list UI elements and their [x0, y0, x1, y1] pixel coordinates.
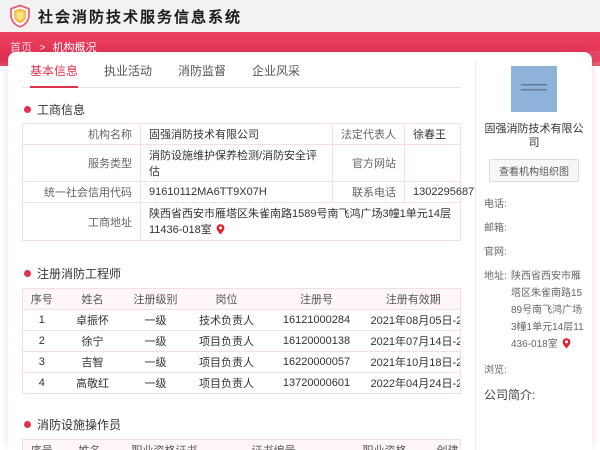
col-header: 姓名 [60, 439, 119, 450]
business-info-title: 工商信息 [37, 103, 86, 117]
service-type-value: 消防设施维护保养检测/消防安全评估 [140, 144, 333, 182]
business-info-table: 机构名称 固强消防技术有限公司 法定代表人 徐春王 服务类型 消防设施维护保养检… [22, 123, 475, 241]
col-header: 岗位 [186, 288, 267, 310]
app-header: 社会消防技术服务信息系统 [0, 0, 600, 32]
breadcrumb-separator: > [39, 42, 46, 54]
col-header: 注册有效期 [366, 288, 461, 310]
engineers-section-header: 注册消防工程师 [22, 265, 461, 282]
tab-basic-info[interactable]: 基本信息 [30, 62, 79, 88]
col-header: 创建日期 [432, 439, 461, 450]
breadcrumb-home-link[interactable]: 首页 [10, 42, 32, 54]
table-row: 服务类型 消防设施维护保养检测/消防安全评估 官方网站 [22, 144, 461, 182]
col-header: 姓名 [60, 288, 125, 310]
table-row: 机构名称 固强消防技术有限公司 法定代表人 徐春王 [22, 123, 461, 145]
section-bullet-icon [24, 106, 31, 113]
engineers-table: 序号 姓名 注册级别 岗位 注册号 注册有效期 1 卓振怀 一级 技术负责人 16121… [22, 288, 461, 394]
table-row: 3吉智一级项目负责人162200000572021年10月18日-2024年10… [22, 351, 461, 373]
view-org-chart-button[interactable]: 查看机构组织图 [489, 158, 579, 182]
breadcrumb-current: 机构概况 [52, 42, 97, 54]
company-profile-title: 公司简介: [484, 387, 536, 402]
legal-rep-value: 徐春王 [404, 123, 461, 145]
main-content: 基本信息 执业活动 消防监督 企业风采 工商信息 机构名称 固强消防技术有限公司… [8, 52, 475, 450]
table-row: 工商地址 陕西省西安市雁塔区朱雀南路1589号南飞鸿广场3幢1单元14层1143… [22, 202, 461, 241]
section-bullet-icon [24, 270, 31, 277]
legal-rep-label: 法定代表人 [332, 123, 405, 145]
credit-code-value: 91610112MA6TT9X07H [140, 181, 333, 203]
org-name-value: 固强消防技术有限公司 [140, 123, 333, 145]
company-sidebar: 固强消防技术有限公司 查看机构组织图 电话: 邮箱: 官网: 地址: 陕西省西安… [476, 52, 592, 450]
company-name: 固强消防技术有限公司 [484, 123, 584, 150]
col-header: 职业资格证书 [118, 439, 211, 450]
list-item: 邮箱: [484, 222, 507, 234]
table-header-row: 序号 姓名 职业资格证书 证书编号 职业资格 创建日期 [22, 439, 461, 450]
service-type-label: 服务类型 [22, 144, 141, 182]
address-value: 陕西省西安市雁塔区朱雀南路1589号南飞鸿广场3幢1单元14层11436-018… [149, 208, 451, 236]
table-row: 4高敬红一级项目负责人137200006012022年04月24日-2025年0… [22, 372, 461, 394]
main-card: 基本信息 执业活动 消防监督 企业风采 工商信息 机构名称 固强消防技术有限公司… [8, 52, 592, 450]
app-title: 社会消防技术服务信息系统 [38, 8, 243, 26]
table-header-row: 序号 姓名 注册级别 岗位 注册号 注册有效期 [22, 288, 461, 310]
tab-bar: 基本信息 执业活动 消防监督 企业风采 [22, 62, 461, 88]
tab-company-showcase[interactable]: 企业风采 [252, 62, 300, 87]
address-cell: 陕西省西安市雁塔区朱雀南路1589号南飞鸿广场3幢1单元14层11436-018… [140, 202, 461, 241]
address-label: 工商地址 [22, 202, 141, 241]
section-bullet-icon [24, 421, 31, 428]
website-value [404, 144, 461, 182]
business-info-section-header: 工商信息 [22, 101, 461, 118]
org-name-label: 机构名称 [22, 123, 141, 145]
contact-list: 电话: 邮箱: 官网: 地址: 陕西省西安市雁塔区朱雀南路1589号南飞鸿广场3… [484, 196, 584, 379]
table-row: 1卓振怀一级技术负责人161210002842021年08月05日-2024年0… [22, 309, 461, 331]
website-label: 官方网站 [332, 144, 405, 182]
sidebar-address: 陕西省西安市雁塔区朱雀南路1589号南飞鸿广场3幢1单元14层11436-018… [511, 268, 584, 355]
location-pin-icon[interactable] [216, 224, 225, 238]
phone-value: 13022956877 [404, 181, 475, 203]
col-header: 序号 [22, 288, 61, 310]
company-logo-image [511, 66, 557, 112]
list-item: 浏览: [484, 364, 507, 376]
phone-label: 联系电话 [332, 181, 405, 203]
location-pin-icon[interactable] [562, 337, 571, 355]
tab-fire-supervision[interactable]: 消防监督 [178, 62, 226, 87]
tab-practice-activity[interactable]: 执业活动 [104, 62, 152, 87]
engineers-title: 注册消防工程师 [37, 267, 122, 281]
col-header: 职业资格 [336, 439, 433, 450]
credit-code-label: 统一社会信用代码 [22, 181, 141, 203]
col-header: 证书编号 [210, 439, 337, 450]
breadcrumb: 首页 > 机构概况 [0, 32, 600, 55]
list-item: 官网: [484, 246, 507, 258]
col-header: 序号 [22, 439, 61, 450]
table-row: 2徐宁一级项目负责人161200001382021年07月14日-2024年07… [22, 330, 461, 352]
operators-title: 消防设施操作员 [37, 418, 122, 432]
operators-section-header: 消防设施操作员 [22, 416, 461, 433]
table-row: 统一社会信用代码 91610112MA6TT9X07H 联系电话 1302295… [22, 181, 475, 203]
col-header: 注册级别 [124, 288, 187, 310]
operators-table: 序号 姓名 职业资格证书 证书编号 职业资格 创建日期 1戴文强四级/中级技能1… [22, 439, 461, 450]
shield-logo-icon [8, 4, 32, 28]
list-item: 电话: [484, 198, 507, 210]
col-header: 注册号 [266, 288, 367, 310]
list-item: 地址: 陕西省西安市雁塔区朱雀南路1589号南飞鸿广场3幢1单元14层11436… [484, 268, 584, 355]
